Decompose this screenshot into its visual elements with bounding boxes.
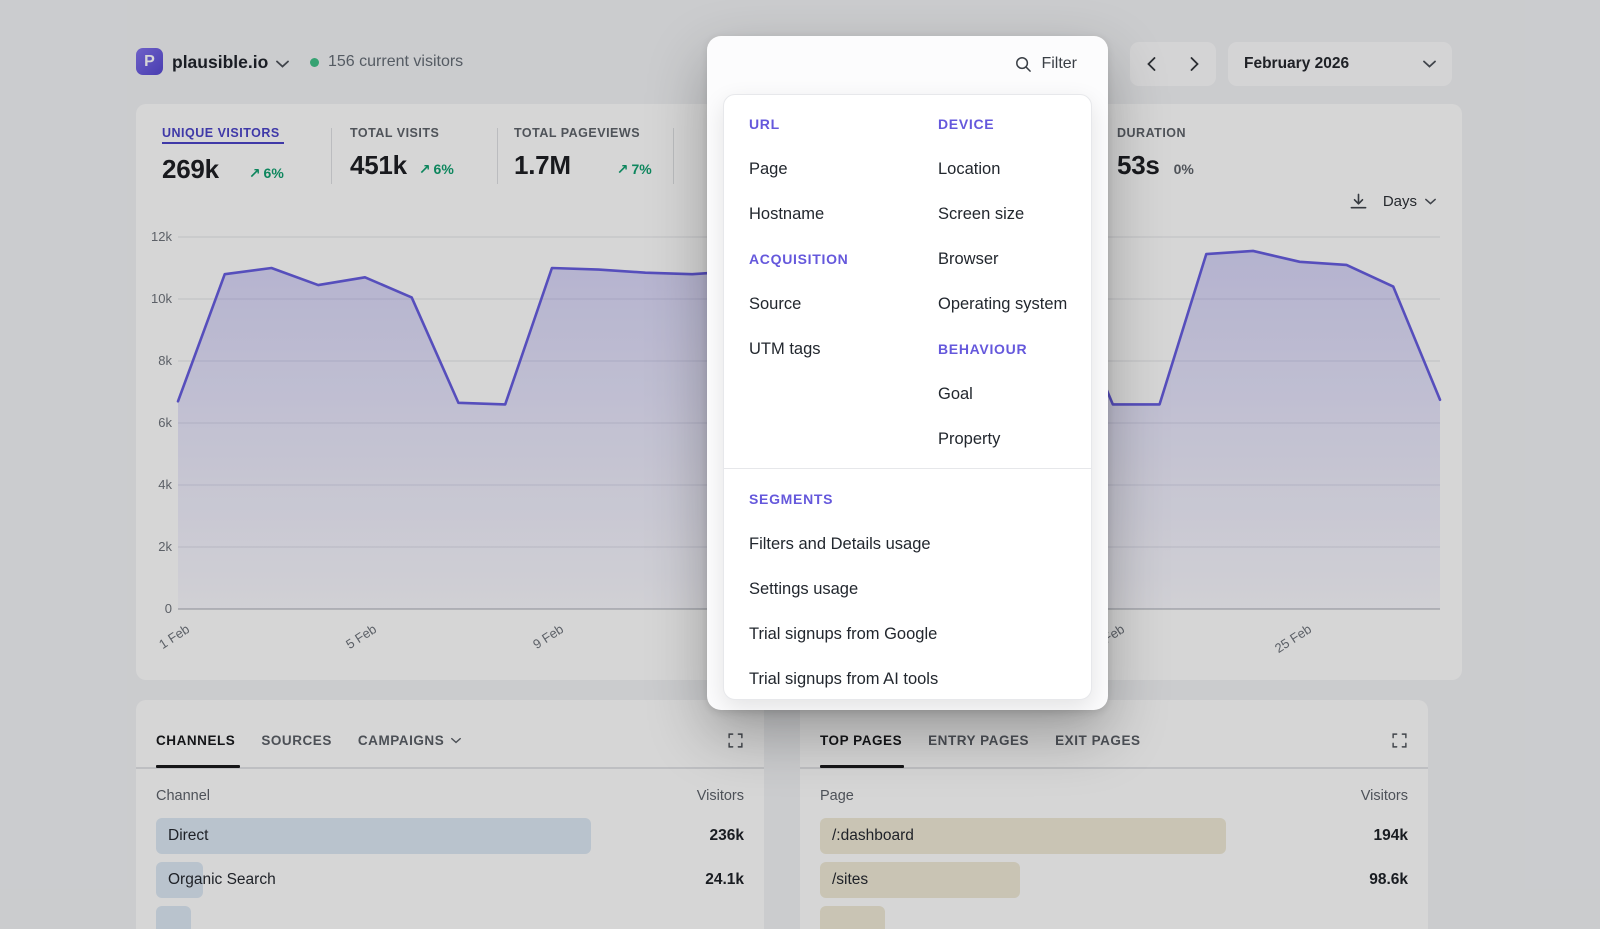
filter-button[interactable]: Filter [707, 36, 1108, 92]
menu-item-operating-system[interactable]: Operating system [938, 295, 1071, 313]
menu-item-screen-size[interactable]: Screen size [938, 205, 1071, 223]
menu-item-segment-trial-signups-google[interactable]: Trial signups from Google [749, 625, 1071, 643]
dashboard-root: P plausible.io 156 current visitors Febr… [0, 0, 1600, 929]
filter-popover: Filter URL Page Hostname ACQUISITION Sou… [707, 36, 1108, 710]
menu-item-location[interactable]: Location [938, 160, 1071, 178]
section-title-segments: SEGMENTS [749, 490, 1071, 508]
section-title-device: DEVICE [938, 115, 1071, 133]
section-title-acquisition: ACQUISITION [749, 250, 938, 268]
filter-menu: URL Page Hostname ACQUISITION Source UTM… [723, 94, 1092, 700]
section-title-url: URL [749, 115, 938, 133]
menu-item-segment-filters-details-usage[interactable]: Filters and Details usage [749, 535, 1071, 553]
search-icon [1015, 56, 1032, 73]
menu-item-segment-trial-signups-ai-tools[interactable]: Trial signups from AI tools [749, 670, 1071, 688]
section-title-behaviour: BEHAVIOUR [938, 340, 1071, 358]
filter-menu-column-2: DEVICE Location Screen size Browser Oper… [938, 115, 1071, 448]
menu-item-browser[interactable]: Browser [938, 250, 1071, 268]
menu-item-hostname[interactable]: Hostname [749, 205, 938, 223]
menu-item-segment-settings-usage[interactable]: Settings usage [749, 580, 1071, 598]
menu-item-property[interactable]: Property [938, 430, 1071, 448]
menu-item-goal[interactable]: Goal [938, 385, 1071, 403]
filter-menu-column-1: URL Page Hostname ACQUISITION Source UTM… [749, 115, 938, 448]
menu-item-source[interactable]: Source [749, 295, 938, 313]
menu-item-utm-tags[interactable]: UTM tags [749, 340, 938, 358]
filter-label: Filter [1041, 55, 1077, 73]
menu-item-page[interactable]: Page [749, 160, 938, 178]
